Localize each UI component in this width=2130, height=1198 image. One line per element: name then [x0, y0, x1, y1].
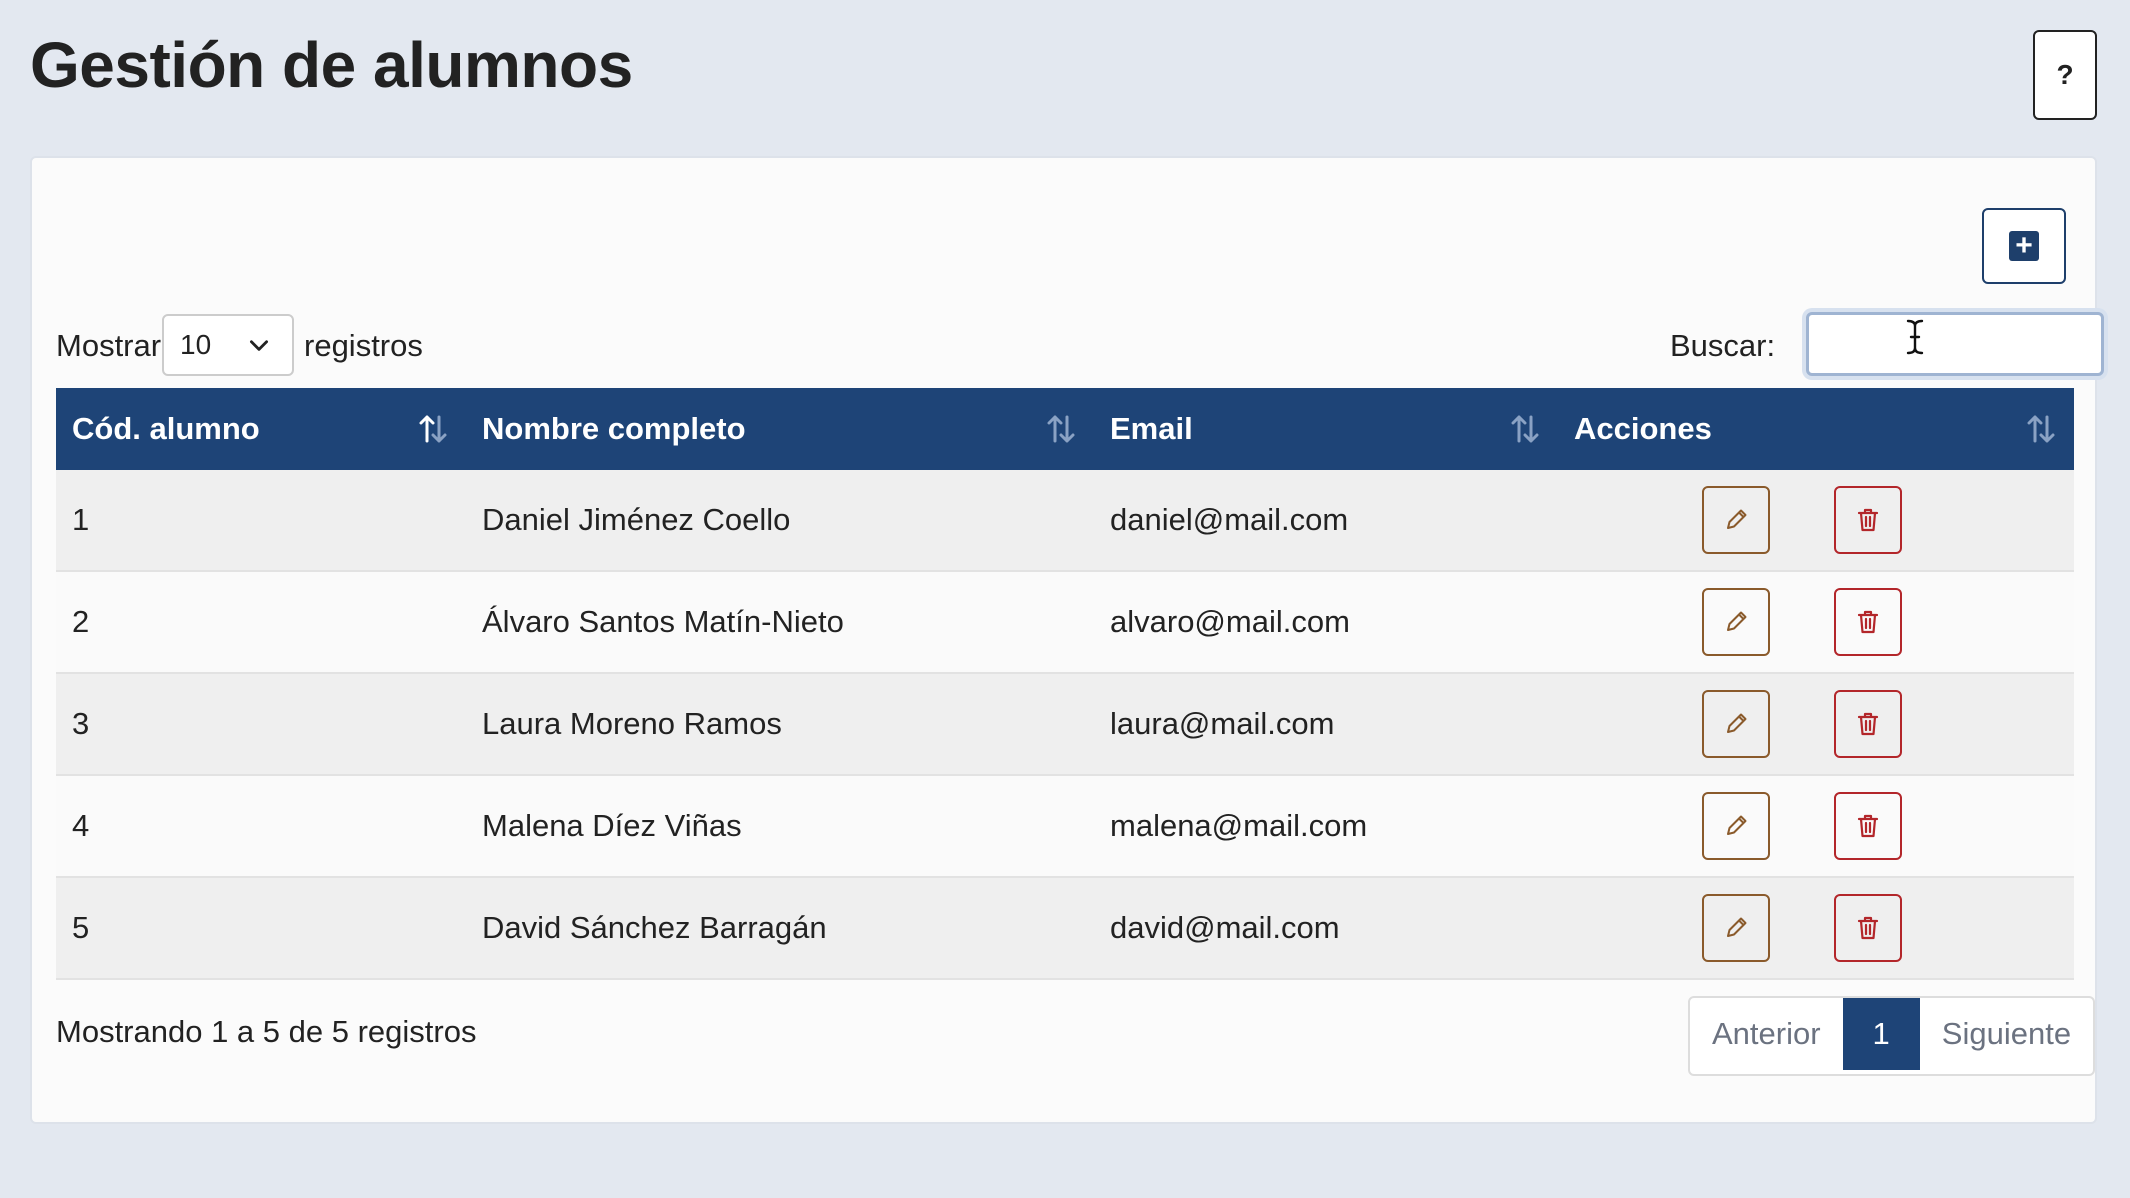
column-header-label: Nombre completo: [482, 411, 746, 446]
edit-button[interactable]: [1702, 792, 1770, 860]
pagination: Anterior 1 Siguiente: [1688, 996, 2096, 1076]
edit-button[interactable]: [1702, 690, 1770, 758]
trash-icon: [1857, 712, 1879, 736]
table-row: 2 Álvaro Santos Matín-Nieto alvaro@mail.…: [56, 571, 2074, 674]
help-button[interactable]: ?: [2033, 30, 2097, 120]
cell-name: Laura Moreno Ramos: [466, 673, 1094, 776]
sort-ascending-icon: [419, 415, 447, 443]
table-controls: Mostrar 10 registros Buscar:: [56, 312, 2104, 378]
cell-cod: 4: [56, 775, 466, 878]
pencil-icon: [1727, 611, 1747, 631]
text-cursor-icon: [1906, 319, 1924, 355]
search-input[interactable]: [1806, 312, 2104, 376]
column-header-name[interactable]: Nombre completo: [466, 388, 1094, 470]
students-table: Cód. alumno Nombre completo Email Accion…: [56, 388, 2074, 980]
column-header-label: Email: [1110, 411, 1193, 446]
plus-square-icon: +: [2009, 231, 2039, 261]
pencil-icon: [1727, 815, 1747, 835]
delete-button[interactable]: [1834, 588, 1902, 656]
trash-icon: [1857, 508, 1879, 532]
column-header-label: Cód. alumno: [72, 411, 260, 446]
cell-actions: [1558, 673, 2074, 776]
cell-cod: 5: [56, 877, 466, 980]
cell-email: laura@mail.com: [1094, 673, 1558, 776]
cell-name: Malena Díez Viñas: [466, 775, 1094, 878]
cell-name: David Sánchez Barragán: [466, 877, 1094, 980]
next-page-button[interactable]: Siguiente: [1920, 998, 2093, 1070]
page-1-button[interactable]: 1: [1842, 998, 1920, 1070]
records-label: registros: [304, 328, 423, 363]
cell-actions: [1558, 775, 2074, 878]
add-student-button[interactable]: +: [1982, 208, 2066, 284]
delete-button[interactable]: [1834, 792, 1902, 860]
trash-icon: [1857, 610, 1879, 634]
cell-cod: 1: [56, 470, 466, 572]
pencil-icon: [1727, 713, 1747, 733]
cell-name: Daniel Jiménez Coello: [466, 470, 1094, 572]
cell-cod: 3: [56, 673, 466, 776]
pencil-icon: [1727, 917, 1747, 937]
page-size-select[interactable]: 10: [162, 314, 294, 376]
cell-actions: [1558, 571, 2074, 674]
column-header-cod[interactable]: Cód. alumno: [56, 388, 466, 470]
cell-email: david@mail.com: [1094, 877, 1558, 980]
table-row: 5 David Sánchez Barragán david@mail.com: [56, 877, 2074, 980]
table-info: Mostrando 1 a 5 de 5 registros: [56, 1014, 477, 1049]
column-header-label: Acciones: [1574, 411, 1712, 446]
trash-icon: [1857, 814, 1879, 838]
sort-icon: [1511, 415, 1539, 443]
delete-button[interactable]: [1834, 690, 1902, 758]
cell-email: alvaro@mail.com: [1094, 571, 1558, 674]
previous-page-button[interactable]: Anterior: [1690, 998, 1843, 1070]
cell-email: malena@mail.com: [1094, 775, 1558, 878]
table-row: 1 Daniel Jiménez Coello daniel@mail.com: [56, 470, 2074, 572]
cell-name: Álvaro Santos Matín-Nieto: [466, 571, 1094, 674]
sort-icon: [1047, 415, 1075, 443]
students-card: + Mostrar 10 registros Buscar: Cód. alum…: [30, 156, 2104, 1124]
search-label: Buscar:: [1670, 328, 1776, 363]
column-header-actions[interactable]: Acciones: [1558, 388, 2074, 470]
cell-email: daniel@mail.com: [1094, 470, 1558, 572]
edit-button[interactable]: [1702, 486, 1770, 554]
pencil-icon: [1727, 509, 1747, 529]
trash-icon: [1857, 916, 1879, 940]
cell-actions: [1558, 470, 2074, 572]
column-header-email[interactable]: Email: [1094, 388, 1558, 470]
edit-button[interactable]: [1702, 588, 1770, 656]
table-body: 1 Daniel Jiménez Coello daniel@mail.com …: [56, 470, 2074, 980]
table-header-row: Cód. alumno Nombre completo Email Accion…: [56, 388, 2074, 470]
sort-icon: [2027, 415, 2055, 443]
page-size-value: 10: [180, 329, 212, 360]
show-label: Mostrar: [56, 328, 162, 363]
table-row: 4 Malena Díez Viñas malena@mail.com: [56, 775, 2074, 878]
cell-cod: 2: [56, 571, 466, 674]
table-row: 3 Laura Moreno Ramos laura@mail.com: [56, 673, 2074, 776]
page-title: Gestión de alumnos: [30, 29, 633, 101]
delete-button[interactable]: [1834, 486, 1902, 554]
edit-button[interactable]: [1702, 894, 1770, 962]
delete-button[interactable]: [1834, 894, 1902, 962]
chevron-down-icon: [250, 340, 268, 351]
cell-actions: [1558, 877, 2074, 980]
